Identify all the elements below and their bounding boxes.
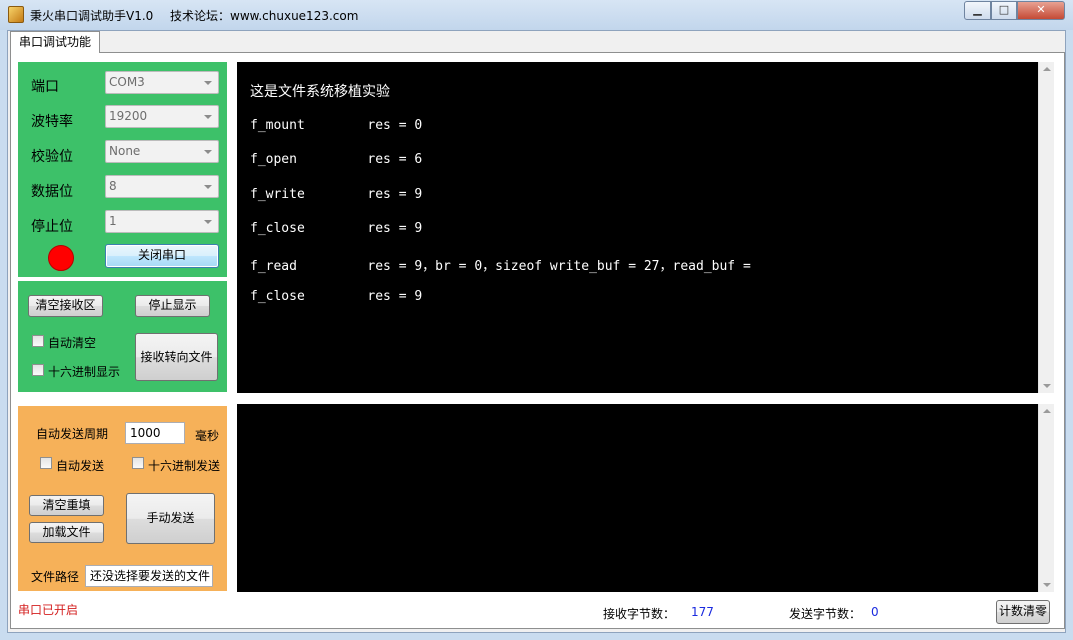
receive-line: f_open res = 6 <box>250 152 423 167</box>
clear-refill-button[interactable]: 清空重填 <box>29 495 104 516</box>
send-text-area[interactable] <box>237 404 1038 592</box>
parity-label: 校验位 <box>31 149 73 165</box>
close-port-button[interactable]: 关闭串口 <box>105 244 219 268</box>
receive-title-line: 这是文件系统移植实验 <box>250 84 390 100</box>
dropdown-arrow-icon <box>204 115 212 119</box>
tx-count-value: 0 <box>871 605 879 619</box>
scroll-up-arrow-icon[interactable] <box>1043 67 1051 71</box>
stopbits-combo[interactable]: 1 <box>105 210 219 233</box>
file-path-field[interactable]: 还没选择要发送的文件 <box>85 565 213 587</box>
receive-text-area[interactable]: 这是文件系统移植实验 f_mount res = 0 f_open res = … <box>237 62 1038 393</box>
receive-line: f_close res = 9 <box>250 289 423 304</box>
app-flame-icon <box>8 6 24 23</box>
file-path-label: 文件路径 <box>31 570 80 584</box>
hex-display-checkbox[interactable] <box>32 364 44 376</box>
dropdown-arrow-icon <box>204 185 212 189</box>
dropdown-arrow-icon <box>204 81 212 85</box>
auto-clear-label: 自动清空 <box>48 336 97 350</box>
parity-combo-value: None <box>109 144 141 158</box>
port-combo-value: COM3 <box>109 75 145 89</box>
scroll-down-arrow-icon[interactable] <box>1043 384 1051 388</box>
databits-label: 数据位 <box>31 184 73 200</box>
reset-count-button[interactable]: 计数清零 <box>996 600 1050 624</box>
clear-receive-button[interactable]: 清空接收区 <box>28 295 103 317</box>
stopbits-label: 停止位 <box>31 219 73 235</box>
redirect-to-file-button[interactable]: 接收转向文件 <box>135 333 218 381</box>
period-unit-label: 毫秒 <box>195 429 220 443</box>
title-bar <box>0 0 1073 30</box>
port-status-text: 串口已开启 <box>18 603 79 617</box>
dropdown-arrow-icon <box>204 220 212 224</box>
port-label: 端口 <box>31 79 59 95</box>
hex-send-label: 十六进制发送 <box>148 459 221 473</box>
close-window-button[interactable]: ✕ <box>1017 1 1065 20</box>
receive-line: f_mount res = 0 <box>250 118 423 133</box>
port-combo[interactable]: COM3 <box>105 71 219 94</box>
scroll-up-arrow-icon[interactable] <box>1043 409 1051 413</box>
auto-clear-checkbox[interactable] <box>32 335 44 347</box>
dropdown-arrow-icon <box>204 150 212 154</box>
minimize-button[interactable]: ▁ <box>964 1 991 20</box>
receive-line: f_read res = 9，br = 0，sizeof write_buf =… <box>250 259 751 274</box>
auto-send-period-label: 自动发送周期 <box>36 427 109 441</box>
auto-send-checkbox[interactable] <box>40 457 52 469</box>
forum-link-text: 技术论坛：www.chuxue123.com <box>170 9 359 23</box>
rx-count-label: 接收字节数： <box>603 607 676 621</box>
send-period-input[interactable]: 1000 <box>125 422 185 444</box>
receive-line: f_write res = 9 <box>250 187 423 202</box>
hex-send-checkbox[interactable] <box>132 457 144 469</box>
stopbits-combo-value: 1 <box>109 214 117 228</box>
send-scrollbar[interactable] <box>1038 404 1054 592</box>
window-title: 秉火串口调试助手V1.0 <box>30 9 154 23</box>
hex-display-label: 十六进制显示 <box>48 365 121 379</box>
baud-combo-value: 19200 <box>109 109 148 123</box>
tx-count-label: 发送字节数： <box>789 607 862 621</box>
scroll-down-arrow-icon[interactable] <box>1043 583 1051 587</box>
baud-combo[interactable]: 19200 <box>105 105 219 128</box>
maximize-button[interactable]: □ <box>991 1 1017 20</box>
auto-send-label: 自动发送 <box>56 459 105 473</box>
baud-label: 波特率 <box>31 114 73 130</box>
receive-scrollbar[interactable] <box>1038 62 1054 393</box>
manual-send-button[interactable]: 手动发送 <box>126 493 215 544</box>
parity-combo[interactable]: None <box>105 140 219 163</box>
receive-line: f_close res = 9 <box>250 221 423 236</box>
databits-combo[interactable]: 8 <box>105 175 219 198</box>
databits-combo-value: 8 <box>109 179 117 193</box>
load-file-button[interactable]: 加载文件 <box>29 522 104 543</box>
rx-count-value: 177 <box>691 605 714 619</box>
stop-display-button[interactable]: 停止显示 <box>135 295 210 317</box>
port-status-led <box>48 245 74 271</box>
tab-serial-debug[interactable]: 串口调试功能 <box>10 31 100 53</box>
